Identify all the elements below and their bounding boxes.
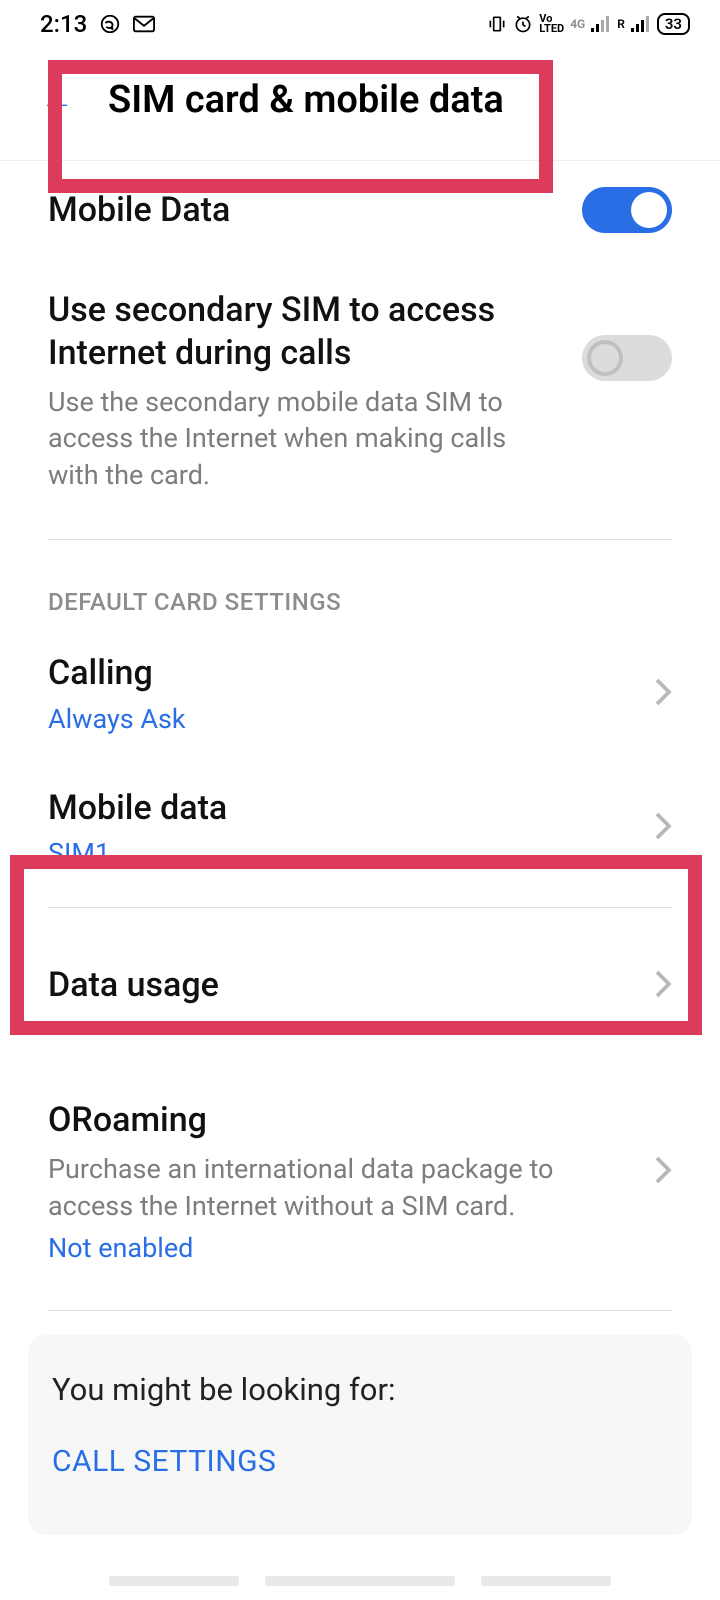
row-mobile-data-default[interactable]: Mobile data SIM1 [0, 761, 720, 896]
oroaming-label: ORoaming [48, 1099, 628, 1142]
oroaming-value: Not enabled [48, 1232, 628, 1264]
calling-value: Always Ask [48, 703, 628, 735]
suggestion-card: You might be looking for: CALL SETTINGS [28, 1335, 692, 1535]
row-secondary-sim[interactable]: Use secondary SIM to access Internet dur… [0, 259, 720, 519]
row-mobile-data[interactable]: Mobile Data [0, 161, 720, 259]
nav-back[interactable] [481, 1576, 611, 1586]
volte-icon: VoLTED [539, 14, 564, 34]
mobile-data-label: Mobile Data [48, 189, 562, 232]
oroaming-desc: Purchase an international data package t… [48, 1151, 628, 1224]
alarm-icon [513, 14, 533, 34]
secondary-sim-label: Use secondary SIM to access Internet dur… [48, 289, 562, 374]
signal-bars-icon [591, 16, 611, 32]
chevron-right-icon [654, 969, 672, 1003]
suggestion-title: You might be looking for: [52, 1371, 668, 1408]
row-oroaming[interactable]: ORoaming Purchase an international data … [0, 1063, 720, 1290]
vibrate-icon [487, 14, 507, 34]
nav-home[interactable] [265, 1576, 455, 1586]
secondary-sim-toggle[interactable] [582, 335, 672, 381]
section-default-card: DEFAULT CARD SETTINGS [0, 560, 720, 626]
back-arrow-icon[interactable]: ← [40, 83, 74, 117]
row-calling[interactable]: Calling Always Ask [0, 626, 720, 761]
status-bar: 2:13 VoLTED 4G R 33 [0, 0, 720, 48]
roaming-r-icon: R [617, 17, 625, 31]
data-usage-label: Data usage [48, 964, 628, 1007]
divider-3 [48, 1310, 672, 1311]
chevron-right-icon [654, 811, 672, 845]
mobile-data-toggle[interactable] [582, 187, 672, 233]
row-data-usage[interactable]: Data usage [0, 908, 720, 1063]
signal-bars2-icon [631, 16, 651, 32]
secondary-sim-desc: Use the secondary mobile data SIM to acc… [48, 384, 562, 493]
nav-recent[interactable] [109, 1576, 239, 1586]
chevron-right-icon [654, 1155, 672, 1189]
mobile-data-default-value: SIM1 [48, 837, 628, 869]
divider-1 [48, 539, 672, 540]
android-nav-bar [0, 1572, 720, 1600]
mobile-data-default-label: Mobile data [48, 787, 628, 830]
status-time: 2:13 [40, 10, 87, 38]
chevron-right-icon [654, 677, 672, 711]
gmail-icon [133, 15, 155, 33]
page-header: ← SIM card & mobile data [0, 48, 720, 160]
whatsapp-icon [99, 13, 121, 35]
network-4g-icon: 4G [570, 17, 585, 31]
suggestion-link-call-settings[interactable]: CALL SETTINGS [52, 1444, 668, 1479]
battery-icon: 33 [657, 13, 690, 35]
calling-label: Calling [48, 652, 628, 695]
page-title: SIM card & mobile data [108, 78, 504, 122]
